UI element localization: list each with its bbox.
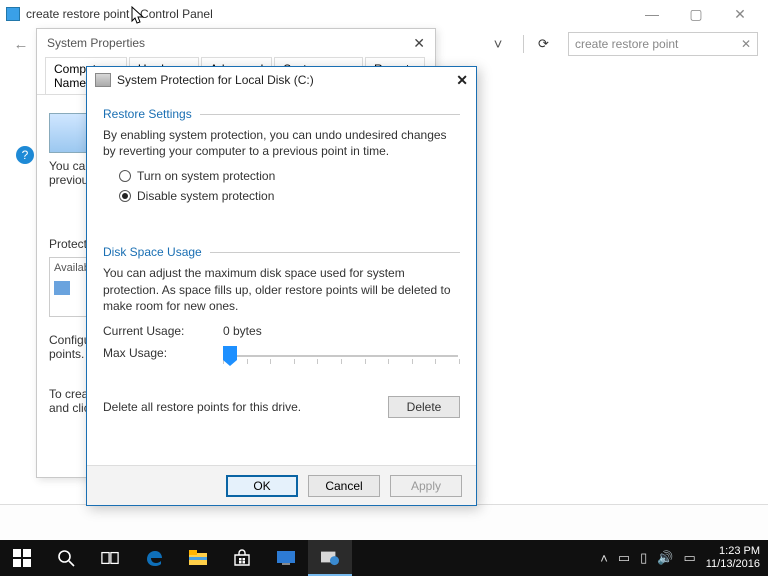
file-explorer-icon[interactable]	[176, 540, 220, 576]
disk-space-header: Disk Space Usage	[103, 245, 460, 259]
store-icon[interactable]	[220, 540, 264, 576]
control-panel-icon	[6, 7, 20, 21]
rule	[200, 114, 460, 115]
search-input[interactable]: create restore point ✕	[568, 32, 758, 56]
current-usage-label: Current Usage:	[103, 324, 203, 338]
restore-settings-label: Restore Settings	[103, 107, 192, 121]
control-panel-title: create restore point - Control Panel	[26, 7, 213, 21]
system-tray[interactable]: ˄ ▭ ▯ 🔊 ▭ 1:23 PM 11/13/2016	[600, 545, 768, 570]
refresh-button[interactable]: ⟳	[538, 36, 558, 52]
drive-icon	[54, 281, 70, 295]
delete-button[interactable]: Delete	[388, 396, 460, 418]
disk-icon	[95, 73, 111, 87]
control-panel-titlebar[interactable]: create restore point - Control Panel — ▢…	[0, 0, 768, 28]
slider-ticks	[223, 359, 460, 364]
radio-icon-selected	[119, 190, 131, 202]
taskbar-clock[interactable]: 1:23 PM 11/13/2016	[706, 545, 760, 570]
dropdown-icon[interactable]: ˅	[487, 33, 509, 55]
edge-icon[interactable]	[132, 540, 176, 576]
ok-button[interactable]: OK	[226, 475, 298, 497]
help-icon[interactable]: ?	[16, 146, 34, 164]
system-protection-dialog: System Protection for Local Disk (C:) ✕ …	[86, 66, 477, 506]
delete-text: Delete all restore points for this drive…	[103, 400, 388, 414]
disk-space-desc: You can adjust the maximum disk space us…	[103, 265, 460, 314]
window-controls: — ▢ ✕	[630, 0, 762, 28]
search-placeholder: create restore point	[575, 37, 678, 51]
cancel-button[interactable]: Cancel	[308, 475, 380, 497]
system-properties-title: System Properties	[47, 36, 145, 50]
dialog-close-icon[interactable]: ✕	[456, 72, 468, 89]
delete-row: Delete all restore points for this drive…	[103, 396, 460, 418]
task-view-icon[interactable]	[88, 540, 132, 576]
search-icon[interactable]	[44, 540, 88, 576]
network-icon[interactable]: ▯	[640, 550, 647, 566]
dialog-footer: OK Cancel Apply	[87, 465, 476, 505]
taskbar-date: 11/13/2016	[706, 558, 760, 571]
restore-settings-desc: By enabling system protection, you can u…	[103, 127, 460, 159]
maximize-button[interactable]: ▢	[674, 0, 718, 28]
radio-icon	[119, 170, 131, 182]
current-usage-row: Current Usage: 0 bytes	[103, 324, 460, 338]
tray-chevron-icon[interactable]: ˄	[600, 551, 608, 566]
action-center-icon[interactable]: ▭	[683, 550, 695, 566]
clear-search-icon[interactable]: ✕	[741, 37, 751, 51]
max-usage-label: Max Usage:	[103, 346, 203, 366]
radio-disable[interactable]: Disable system protection	[119, 189, 460, 203]
close-button[interactable]: ✕	[718, 0, 762, 28]
radio-disable-label: Disable system protection	[137, 189, 274, 203]
restore-settings-header: Restore Settings	[103, 107, 460, 121]
dialog-titlebar[interactable]: System Protection for Local Disk (C:) ✕	[87, 67, 476, 93]
radio-turn-on[interactable]: Turn on system protection	[119, 169, 460, 183]
taskbar[interactable]: ˄ ▭ ▯ 🔊 ▭ 1:23 PM 11/13/2016	[0, 540, 768, 576]
back-button[interactable]: ←	[10, 33, 32, 55]
volume-icon[interactable]: 🔊	[657, 550, 673, 566]
rule	[210, 252, 460, 253]
current-usage-value: 0 bytes	[223, 324, 262, 338]
slider-track	[223, 355, 458, 357]
max-usage-row: Max Usage:	[103, 346, 460, 366]
desktop: create restore point - Control Panel — ▢…	[0, 0, 768, 576]
disk-space-label: Disk Space Usage	[103, 245, 202, 259]
radio-turn-on-label: Turn on system protection	[137, 169, 275, 183]
dialog-title: System Protection for Local Disk (C:)	[117, 73, 314, 87]
minimize-button[interactable]: —	[630, 0, 674, 28]
separator	[523, 35, 524, 53]
taskbar-app-1[interactable]	[264, 540, 308, 576]
battery-icon[interactable]: ▭	[618, 550, 630, 566]
taskbar-time: 1:23 PM	[706, 545, 760, 558]
dialog-body: Restore Settings By enabling system prot…	[87, 93, 476, 426]
close-icon[interactable]: ✕	[413, 35, 425, 52]
max-usage-slider[interactable]	[223, 346, 460, 366]
system-properties-titlebar[interactable]: System Properties ✕	[37, 29, 435, 57]
start-button[interactable]	[0, 540, 44, 576]
apply-button: Apply	[390, 475, 462, 497]
taskbar-app-active[interactable]	[308, 540, 352, 576]
